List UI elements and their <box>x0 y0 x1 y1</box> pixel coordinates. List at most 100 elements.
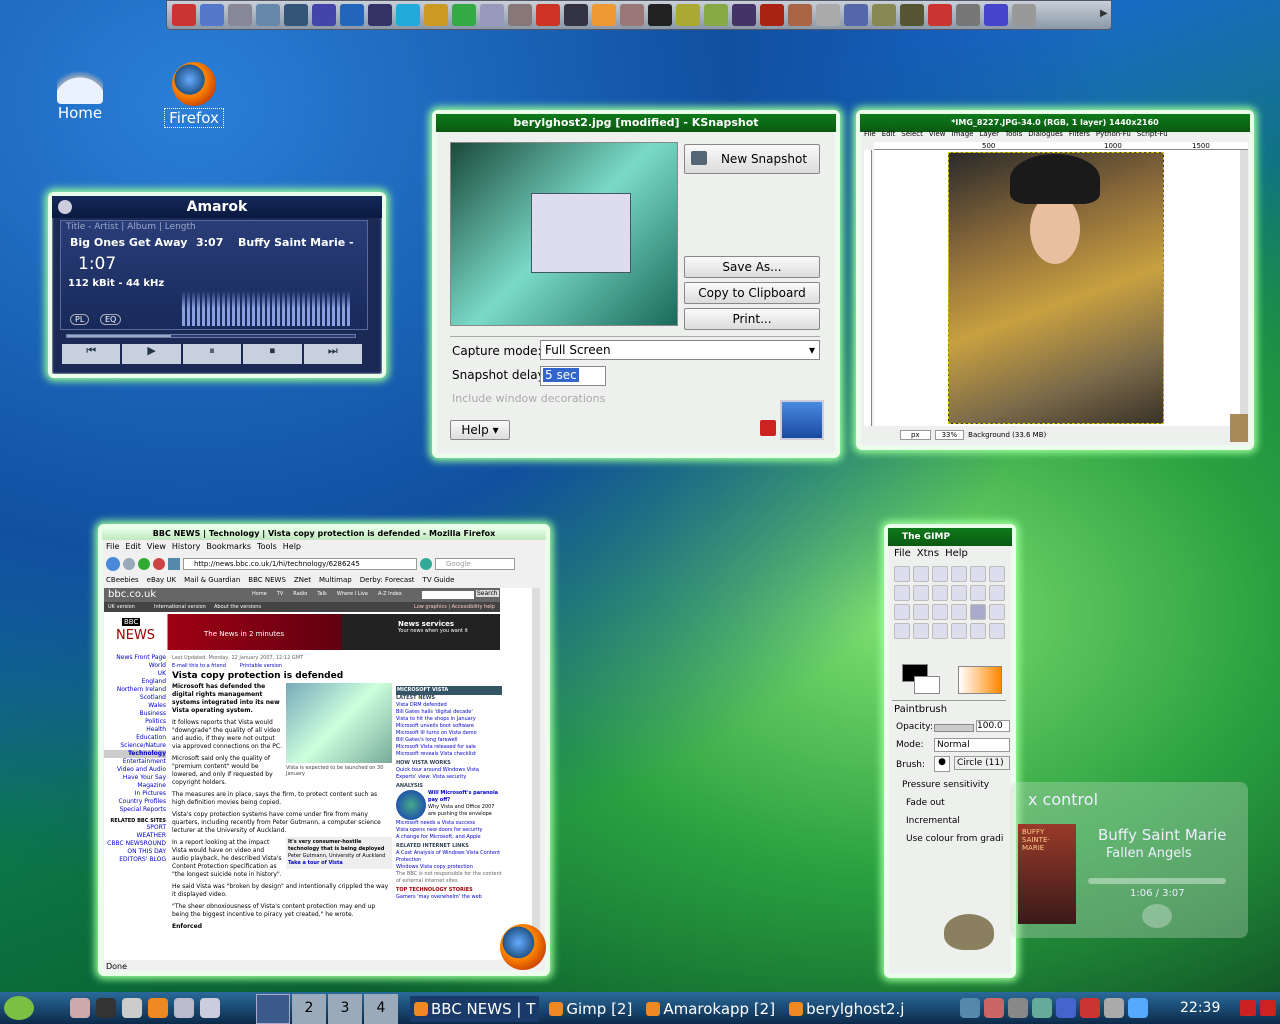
launcher-icon[interactable] <box>704 4 728 26</box>
tool-icon[interactable] <box>989 604 1005 620</box>
bookmark-item[interactable]: Mail & Guardian <box>184 576 240 586</box>
tool-icon[interactable] <box>894 585 910 601</box>
sidebar-item[interactable]: In Pictures <box>104 790 166 798</box>
menu-item[interactable]: History <box>172 542 200 552</box>
desktop-1[interactable] <box>256 994 290 1024</box>
launcher-icon[interactable] <box>284 4 308 26</box>
news-link[interactable]: A Cost Analysis of Windows Vista Content… <box>396 850 502 864</box>
bbc-nav-item[interactable]: Talk <box>317 591 327 597</box>
brush-preview-icon[interactable]: ● <box>934 756 950 772</box>
bbc-logo[interactable]: BBC <box>122 618 141 626</box>
page-viewport[interactable]: bbc.co.uk Home TV Radio Talk Where I Live A-Z… <box>104 588 540 960</box>
brush-gradient-preview[interactable] <box>958 666 1002 694</box>
launcher-icon[interactable] <box>760 4 784 26</box>
url-bar[interactable]: http://news.bbc.co.uk/1/hi/technology/62… <box>183 558 417 570</box>
quit-icon[interactable] <box>760 420 776 436</box>
tool-icon[interactable] <box>951 604 967 620</box>
volume-icon[interactable] <box>960 998 980 1018</box>
launcher-icon[interactable] <box>536 4 560 26</box>
desktop-2[interactable]: 2 <box>292 994 326 1024</box>
tour-link[interactable]: Take a tour of Vista <box>288 860 343 866</box>
navigation-thumbnail-icon[interactable] <box>1230 414 1248 442</box>
fade-checkbox[interactable]: Fade out <box>906 798 945 808</box>
printable-link[interactable]: Printable version <box>240 662 282 670</box>
tool-icon[interactable] <box>913 585 929 601</box>
osd-progress[interactable] <box>1088 878 1226 884</box>
amarok-seek-bar[interactable] <box>66 334 356 338</box>
bbc-site-logo[interactable]: bbc.co.uk <box>108 589 156 600</box>
quicklaunch-icon[interactable] <box>174 998 194 1018</box>
task-button[interactable]: berylghost2.j <box>785 996 908 1022</box>
sidebar-item[interactable]: World <box>104 662 166 670</box>
launcher-icon[interactable] <box>928 4 952 26</box>
tool-icon[interactable] <box>913 566 929 582</box>
launcher-icon[interactable] <box>256 4 280 26</box>
next-button[interactable]: ⏭ <box>303 344 363 364</box>
capture-mode-select[interactable]: Full Screen ▾ <box>540 340 820 360</box>
home-icon[interactable] <box>168 558 180 570</box>
sidebar-item[interactable]: UK <box>104 670 166 678</box>
amarok-menu-icon[interactable] <box>58 200 72 214</box>
home-desktop-icon[interactable]: Home <box>50 62 110 122</box>
bbc-nav-item[interactable]: Where I Live <box>337 591 368 597</box>
gradient-colour-checkbox[interactable]: Use colour from gradi <box>906 834 1010 844</box>
bbc-nav-item[interactable]: Radio <box>293 591 307 597</box>
menu-item[interactable]: Tools <box>257 542 277 552</box>
mode-select[interactable]: Normal <box>934 738 1010 752</box>
news-link[interactable]: Microsoft reveals Vista checklist <box>396 751 502 758</box>
related-site-link[interactable]: SPORT <box>104 824 166 832</box>
news-link[interactable]: Vista to hit the shops in January <box>396 716 502 723</box>
stop-button[interactable]: ⏹ <box>243 344 302 364</box>
related-site-link[interactable]: WEATHER <box>104 832 167 840</box>
related-site-link[interactable]: CBBC NEWSROUND <box>104 840 166 848</box>
new-snapshot-button[interactable]: New Snapshot <box>684 144 820 174</box>
tool-icon[interactable] <box>894 604 910 620</box>
menu-item[interactable]: Bookmarks <box>206 542 251 552</box>
menu-item[interactable]: Help <box>945 548 968 559</box>
back-icon[interactable] <box>106 557 120 571</box>
go-icon[interactable] <box>420 558 432 570</box>
brush-name[interactable]: Circle (11) <box>954 756 1010 770</box>
bookmark-item[interactable]: Derby: Forecast <box>360 576 415 586</box>
ruby-icon[interactable] <box>1080 998 1100 1018</box>
news-link[interactable]: Microsoft unveils boot software <box>396 723 502 730</box>
tool-icon[interactable] <box>913 623 929 639</box>
bbc-search-button[interactable]: Search <box>476 590 499 597</box>
previous-button[interactable]: ⏮ <box>62 344 121 364</box>
tool-icon[interactable] <box>951 585 967 601</box>
menu-item[interactable]: Python-Fu <box>1096 130 1131 140</box>
opacity-slider[interactable] <box>934 724 974 732</box>
bookmark-item[interactable]: CBeebies <box>106 576 139 586</box>
power-icon[interactable] <box>1032 998 1052 1018</box>
bookmark-item[interactable]: BBC NEWS <box>248 576 286 586</box>
lock-icon[interactable] <box>1260 1000 1276 1016</box>
menu-item[interactable]: Dialogues <box>1028 130 1063 140</box>
bbc-nav-item[interactable]: A-Z Index <box>378 591 402 597</box>
gimp-toolbox-titlebar[interactable]: The GIMP <box>888 528 1012 546</box>
menu-item[interactable]: Layer <box>979 130 999 140</box>
beryl-icon[interactable] <box>1128 998 1148 1018</box>
tool-icon[interactable] <box>951 623 967 639</box>
opacity-value[interactable]: 100.0 <box>976 720 1010 732</box>
kde-icon[interactable] <box>1104 998 1124 1018</box>
decorations-checkbox[interactable]: Include window decorations <box>452 392 605 405</box>
menu-item[interactable]: Edit <box>125 542 141 552</box>
sidebar-item[interactable]: Politics <box>104 718 166 726</box>
tool-icon[interactable] <box>970 566 986 582</box>
sidebar-item[interactable]: Special Reports <box>104 806 166 814</box>
tool-icon[interactable] <box>951 566 967 582</box>
clock[interactable]: 22:39 <box>1180 1000 1220 1016</box>
bluetooth-icon[interactable] <box>1056 998 1076 1018</box>
reload-icon[interactable] <box>138 558 150 570</box>
sidebar-item[interactable]: Business <box>104 710 166 718</box>
launcher-icon[interactable] <box>424 4 448 26</box>
news-link[interactable]: Experts' view: Vista security <box>396 774 502 781</box>
print-button[interactable]: Print... <box>684 308 820 330</box>
tool-icon[interactable] <box>989 566 1005 582</box>
news-link[interactable]: Microsoft needs a Vista success <box>396 820 502 827</box>
bg-color-swatch[interactable] <box>914 676 940 694</box>
launcher-icon[interactable] <box>1012 4 1036 26</box>
update-icon[interactable] <box>1008 998 1028 1018</box>
sidebar-item[interactable]: Video and Audio <box>104 766 166 774</box>
launcher-icon[interactable] <box>564 4 588 26</box>
